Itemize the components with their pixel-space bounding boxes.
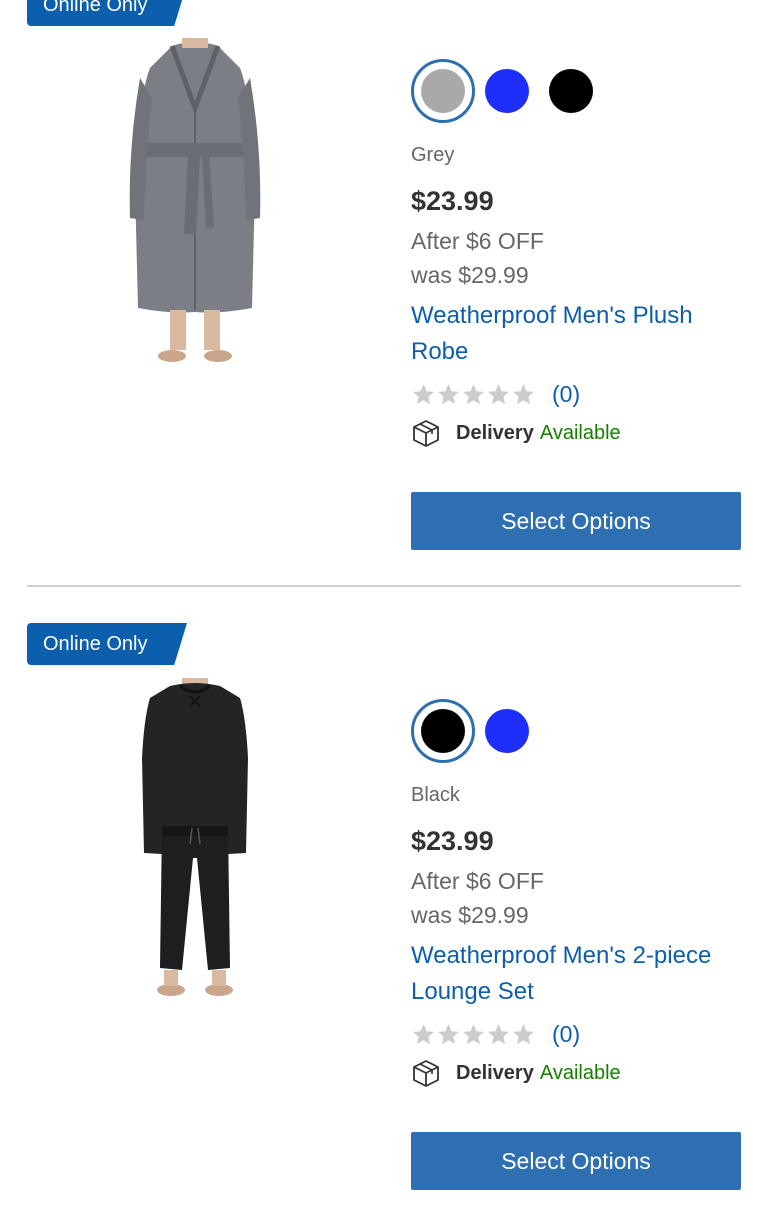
lounge-set-image: [142, 678, 248, 996]
product-image[interactable]: [100, 678, 290, 1008]
rating: (0): [411, 1014, 741, 1054]
package-icon: [413, 420, 439, 447]
star-empty-icon: [438, 1023, 459, 1044]
star-empty-icon: [413, 1023, 434, 1044]
star-rating: [411, 382, 536, 407]
product-title-link[interactable]: Weatherproof Men's Plush Robe: [411, 298, 741, 370]
delivery-availability: Delivery Available: [411, 1058, 741, 1088]
online-only-badge: Online Only: [27, 623, 187, 665]
was-price: was $29.99: [411, 902, 529, 928]
price: $23.99: [411, 826, 494, 856]
selected-color-label: Grey: [411, 144, 455, 166]
price: $23.99: [411, 186, 494, 216]
delivery-label: Delivery: [456, 1061, 534, 1084]
star-empty-icon: [463, 1023, 484, 1044]
star-empty-icon: [488, 1023, 509, 1044]
swatch-grey[interactable]: [411, 59, 475, 123]
discount-text: After $6 OFF: [411, 228, 544, 254]
color-swatches: [411, 59, 613, 123]
swatch-black[interactable]: [411, 699, 475, 763]
product-title-link[interactable]: Weatherproof Men's 2-piece Lounge Set: [411, 938, 741, 1010]
product-divider: [27, 585, 741, 587]
select-options-button[interactable]: Select Options: [411, 1132, 741, 1190]
star-empty-icon: [513, 1023, 534, 1044]
online-only-badge: Online Only: [27, 0, 187, 26]
robe-image: [129, 38, 261, 362]
product-info: Black $23.99 After $6 OFF was $29.99 Wea…: [411, 784, 741, 1088]
star-empty-icon: [513, 383, 534, 404]
color-swatches: [411, 699, 549, 763]
star-empty-icon: [438, 383, 459, 404]
discount-text: After $6 OFF: [411, 868, 544, 894]
product-image[interactable]: [100, 38, 290, 368]
swatch-black[interactable]: [549, 69, 593, 113]
rating: (0): [411, 374, 741, 414]
star-empty-icon: [488, 383, 509, 404]
delivery-availability: Delivery Available: [411, 418, 741, 448]
delivery-label: Delivery: [456, 421, 534, 444]
star-empty-icon: [413, 383, 434, 404]
delivery-status: Available: [539, 1061, 621, 1084]
swatch-blue[interactable]: [485, 69, 529, 113]
delivery-status: Available: [539, 421, 621, 444]
was-price: was $29.99: [411, 262, 529, 288]
star-empty-icon: [463, 383, 484, 404]
selected-color-label: Black: [411, 784, 460, 806]
select-options-button[interactable]: Select Options: [411, 492, 741, 550]
swatch-blue[interactable]: [485, 709, 529, 753]
star-rating: [411, 1022, 536, 1047]
rating-count-link[interactable]: (0): [552, 381, 580, 408]
product-info: Grey $23.99 After $6 OFF was $29.99 Weat…: [411, 144, 741, 448]
package-icon: [413, 1060, 439, 1087]
rating-count-link[interactable]: (0): [552, 1021, 580, 1048]
